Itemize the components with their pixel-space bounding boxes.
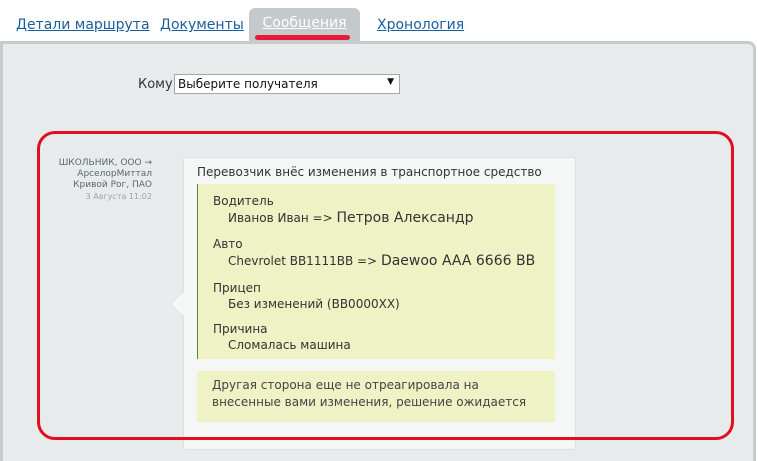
message-date: 3 Августа 11:02 bbox=[85, 192, 152, 201]
message-bubble-tail bbox=[172, 292, 184, 316]
vehicle-change: Chevrolet BB1111BB => Daewoo AAA 6666 BB bbox=[228, 253, 535, 269]
tab-messages-label: Сообщения bbox=[262, 15, 347, 31]
driver-new: Петров Александр bbox=[336, 210, 474, 226]
vehicle-label: Авто bbox=[213, 237, 243, 251]
driver-label: Водитель bbox=[213, 194, 274, 208]
driver-old: Иванов Иван => bbox=[228, 211, 333, 225]
dropdown-arrow-icon: ▼ bbox=[387, 77, 394, 87]
active-tab-indicator bbox=[255, 35, 350, 40]
reason-value: Сломалась машина bbox=[228, 338, 351, 352]
recipient-label: Кому bbox=[138, 77, 173, 92]
vehicle-old: Chevrolet BB1111BB => bbox=[228, 254, 378, 268]
tab-history[interactable]: Хронология bbox=[377, 17, 464, 33]
trailer-value: Без изменений (BB0000XX) bbox=[228, 297, 400, 311]
driver-change: Иванов Иван => Петров Александр bbox=[228, 210, 474, 226]
tab-documents[interactable]: Документы bbox=[160, 17, 244, 33]
message-sender: ШКОЛЬНИК, ООО → АрселорМиттал Кривой Рог… bbox=[58, 158, 152, 190]
recipient-select-value: Выберите получателя bbox=[178, 77, 318, 91]
message-sender-block: ШКОЛЬНИК, ООО → АрселорМиттал Кривой Рог… bbox=[40, 158, 152, 202]
vehicle-new: Daewoo AAA 6666 BB bbox=[380, 253, 536, 269]
tab-route-details[interactable]: Детали маршрута bbox=[16, 17, 150, 33]
recipient-select[interactable]: Выберите получателя ▼ bbox=[174, 74, 400, 94]
trailer-label: Прицеп bbox=[213, 281, 261, 295]
reason-label: Причина bbox=[213, 322, 268, 336]
tab-messages[interactable]: Сообщения bbox=[249, 8, 360, 41]
message-title: Перевозчик внёс изменения в транспортное… bbox=[197, 165, 542, 179]
pending-notice: Другая сторона еще не отреагировала на в… bbox=[197, 371, 555, 422]
